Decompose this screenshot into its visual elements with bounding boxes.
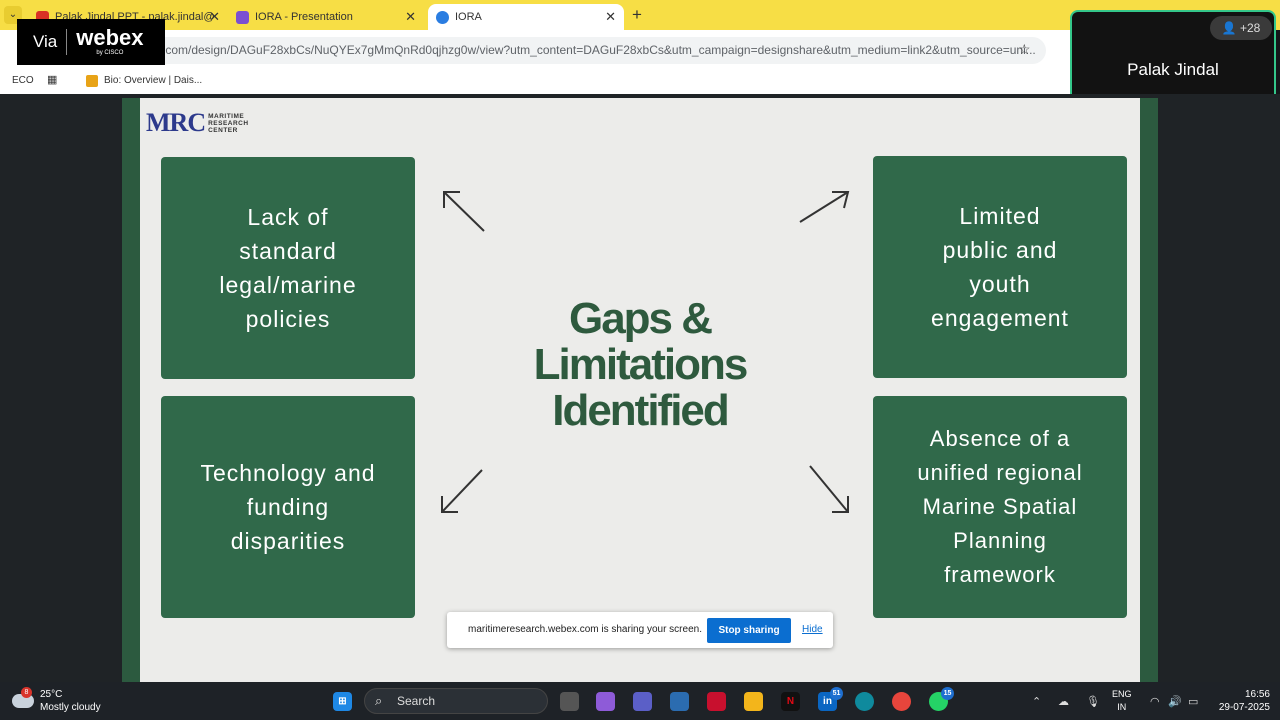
mcafee-icon[interactable] <box>707 692 726 711</box>
arrow-down-left-icon <box>441 469 483 513</box>
url-field[interactable]: .com/design/DAGuF28xbCs/NuQYEx7gMmQnRd0q… <box>150 37 1046 64</box>
wifi-icon[interactable]: ◠ <box>1150 695 1160 708</box>
search-icon: ⌕ <box>375 693 383 708</box>
hide-link[interactable]: Hide <box>802 624 823 635</box>
copilot-icon[interactable] <box>596 692 615 711</box>
linkedin-icon[interactable]: in 51 <box>818 687 843 711</box>
mic-tray-icon[interactable]: 🎙 <box>1086 695 1100 708</box>
battery-icon[interactable]: ▭ <box>1188 695 1198 708</box>
globe-icon <box>436 10 449 24</box>
close-icon[interactable]: ✕ <box>405 9 416 25</box>
bookmark-eco[interactable]: ECO <box>12 75 34 86</box>
people-icon: 👤 <box>1221 21 1237 35</box>
tab-label: IORA <box>455 11 482 23</box>
webex-brand: webex <box>76 24 144 50</box>
task-view-icon[interactable] <box>560 692 579 711</box>
close-icon[interactable]: ✕ <box>209 9 220 25</box>
time: 16:56 <box>1244 689 1270 700</box>
cloud-icon: 8 <box>12 687 34 708</box>
linkedin-badge: 51 <box>830 687 843 700</box>
screen-share-notification: maritimeresearch.webex.com is sharing yo… <box>447 612 833 648</box>
participant-count: +28 <box>1239 21 1261 35</box>
gap-box-top-right: Limited public and youth engagement <box>873 156 1127 378</box>
gap-box-bottom-left: Technology and funding disparities <box>161 396 415 618</box>
whatsapp-badge: 15 <box>941 687 954 700</box>
file-explorer-icon[interactable] <box>744 692 763 711</box>
weather-temp: 25°C <box>40 689 63 700</box>
bookmark-favicon-icon <box>86 75 98 87</box>
close-icon[interactable]: ✕ <box>605 9 616 25</box>
edge-icon[interactable] <box>855 692 874 711</box>
stop-sharing-button[interactable]: Stop sharing <box>707 618 791 643</box>
arrow-up-left-icon <box>443 191 485 232</box>
gap-box-top-left: Lack of standard legal/marine policies <box>161 157 415 379</box>
share-message: maritimeresearch.webex.com is sharing yo… <box>468 624 702 635</box>
chrome-icon[interactable] <box>892 692 911 711</box>
volume-icon[interactable]: 🔊 <box>1168 695 1182 708</box>
slide-title: Gaps & Limitations Identified <box>533 294 749 435</box>
date: 29-07-2025 <box>1218 702 1270 713</box>
weather-desc: Mostly cloudy <box>40 702 101 713</box>
tab-label: IORA - Presentation <box>255 11 353 23</box>
participant-count-button[interactable]: 👤 +28 <box>1210 16 1272 40</box>
webex-logo: webex by CISCO <box>76 26 143 56</box>
cloud-sync-icon[interactable]: ☁ <box>1058 695 1069 708</box>
arrow-up-right-icon <box>799 191 850 223</box>
new-tab-button[interactable]: + <box>632 5 642 25</box>
language-indicator[interactable]: ENG IN <box>1112 688 1132 714</box>
whatsapp-icon[interactable]: 15 <box>929 687 954 711</box>
mrc-logo: MRC MARITIME RESEARCH CENTER <box>146 108 249 138</box>
lang-bottom: IN <box>1117 702 1127 712</box>
gap-text: Limited public and youth engagement <box>931 203 1069 331</box>
clock[interactable]: 16:56 29-07-2025 <box>1212 688 1270 714</box>
search-placeholder: Search <box>397 694 436 708</box>
bookmarks-bar: ECO ▦ Bio: Overview | Dais... <box>0 70 1070 94</box>
windows-taskbar: 8 25°C Mostly cloudy ⊞ ⌕ Search N in 51 1… <box>0 682 1280 720</box>
windows-start-icon[interactable]: ⊞ <box>333 692 352 711</box>
via-label: Via <box>33 32 58 51</box>
taskbar-search[interactable]: ⌕ Search <box>364 688 548 714</box>
lang-top: ENG <box>1112 689 1132 699</box>
tab-iora[interactable]: IORA ✕ <box>428 4 624 30</box>
chevron-up-icon[interactable]: ⌃ <box>1032 695 1041 708</box>
tab-iora-presentation[interactable]: IORA - Presentation ✕ <box>228 4 424 30</box>
arrow-down-right-icon <box>809 465 849 513</box>
gap-text: Absence of a unified regional Marine Spa… <box>917 426 1083 587</box>
teams-icon[interactable] <box>633 692 652 711</box>
webex-badge: Via webex by CISCO <box>17 19 165 65</box>
bookmark-bio[interactable]: Bio: Overview | Dais... <box>104 75 202 86</box>
apps-grid-icon[interactable]: ▦ <box>47 73 57 86</box>
participant-name: Palak Jindal <box>1127 60 1219 79</box>
cisco-label: by CISCO <box>96 49 124 56</box>
store-icon[interactable] <box>670 692 689 711</box>
logo-mark: MRC <box>146 108 206 137</box>
bookmark-star-icon[interactable]: ☆ <box>1018 41 1031 58</box>
gap-box-bottom-right: Absence of a unified regional Marine Spa… <box>873 396 1127 618</box>
netflix-icon[interactable]: N <box>781 692 800 711</box>
logo-text: MARITIME RESEARCH CENTER <box>208 112 249 134</box>
gap-text: Technology and funding disparities <box>200 460 376 554</box>
gap-text: Lack of standard legal/marine policies <box>219 204 357 332</box>
divider <box>66 29 68 55</box>
canva-icon <box>236 10 249 24</box>
weather-widget[interactable]: 8 25°C Mostly cloudy <box>12 687 101 714</box>
weather-badge: 8 <box>21 687 32 698</box>
